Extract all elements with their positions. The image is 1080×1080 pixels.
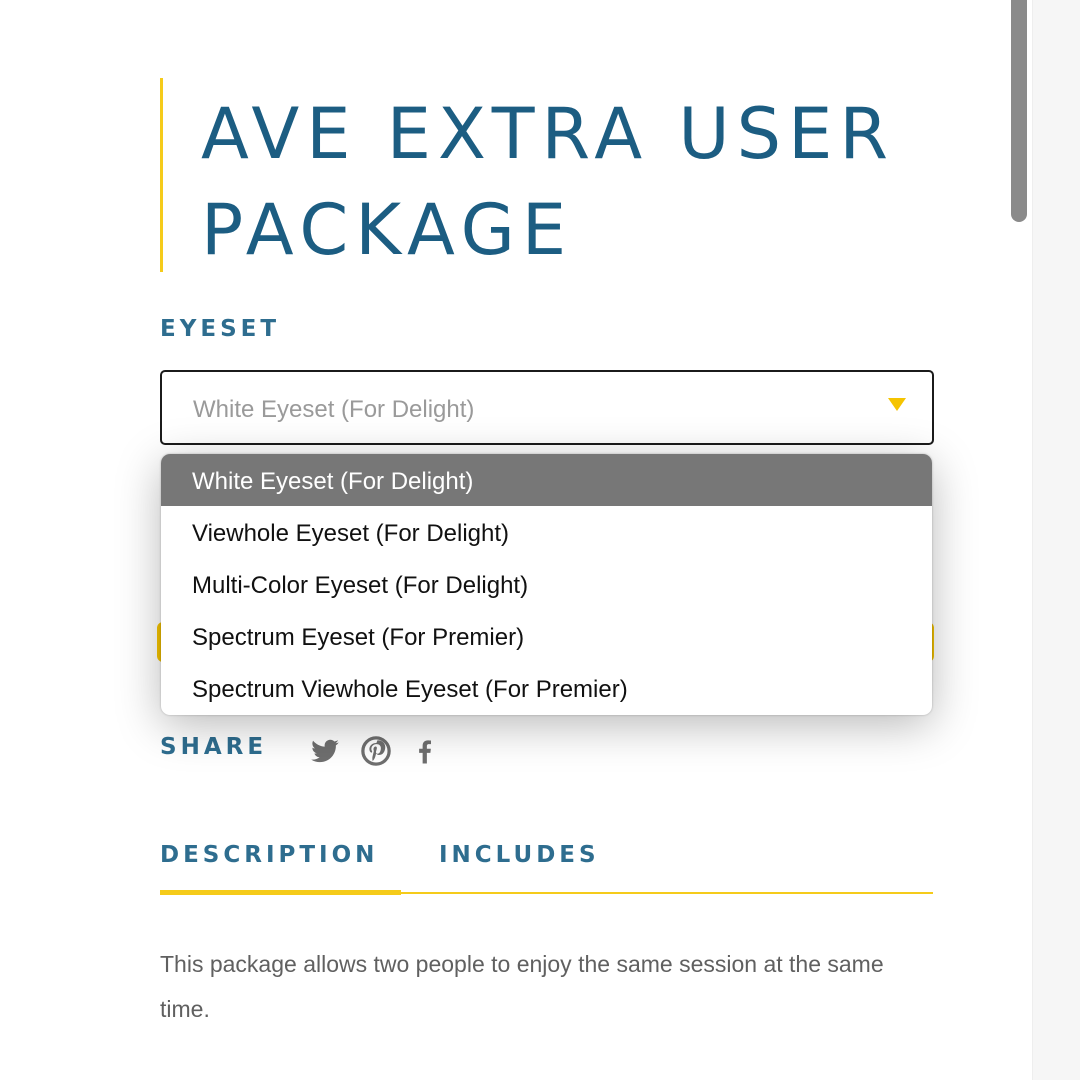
eyeset-label: EYESET [160,316,281,342]
active-tab-indicator [160,890,401,895]
dropdown-option[interactable]: White Eyeset (For Delight) [161,454,932,506]
dropdown-option[interactable]: Spectrum Eyeset (For Premier) [161,610,932,662]
tab-description[interactable]: DESCRIPTION [160,842,378,868]
scrollbar-track[interactable] [1032,0,1080,1080]
dropdown-option[interactable]: Viewhole Eyeset (For Delight) [161,506,932,558]
page-title: AVE EXTRA USER PACKAGE [201,93,895,271]
eyeset-select-value: White Eyeset (For Delight) [193,396,475,423]
dropdown-option[interactable]: Spectrum Viewhole Eyeset (For Premier) [161,662,932,714]
product-tabs: DESCRIPTION INCLUDES [160,838,933,895]
tab-includes[interactable]: INCLUDES [439,842,600,868]
eyeset-select[interactable]: White Eyeset (For Delight) [160,370,934,445]
scrollbar-thumb[interactable] [1011,0,1027,222]
eyeset-dropdown-list: White Eyeset (For Delight) Viewhole Eyes… [161,454,932,715]
dropdown-option[interactable]: Multi-Color Eyeset (For Delight) [161,558,932,610]
description-text: This package allows two people to enjoy … [160,951,884,1022]
pinterest-icon[interactable] [361,736,391,766]
twitter-icon[interactable] [310,736,340,766]
facebook-icon[interactable] [410,736,440,766]
share-label: SHARE [160,734,268,760]
title-block: AVE EXTRA USER PACKAGE [160,78,963,272]
product-page: AVE EXTRA USER PACKAGE EYESET White Eyes… [0,0,1080,1080]
caret-down-icon [888,398,906,411]
